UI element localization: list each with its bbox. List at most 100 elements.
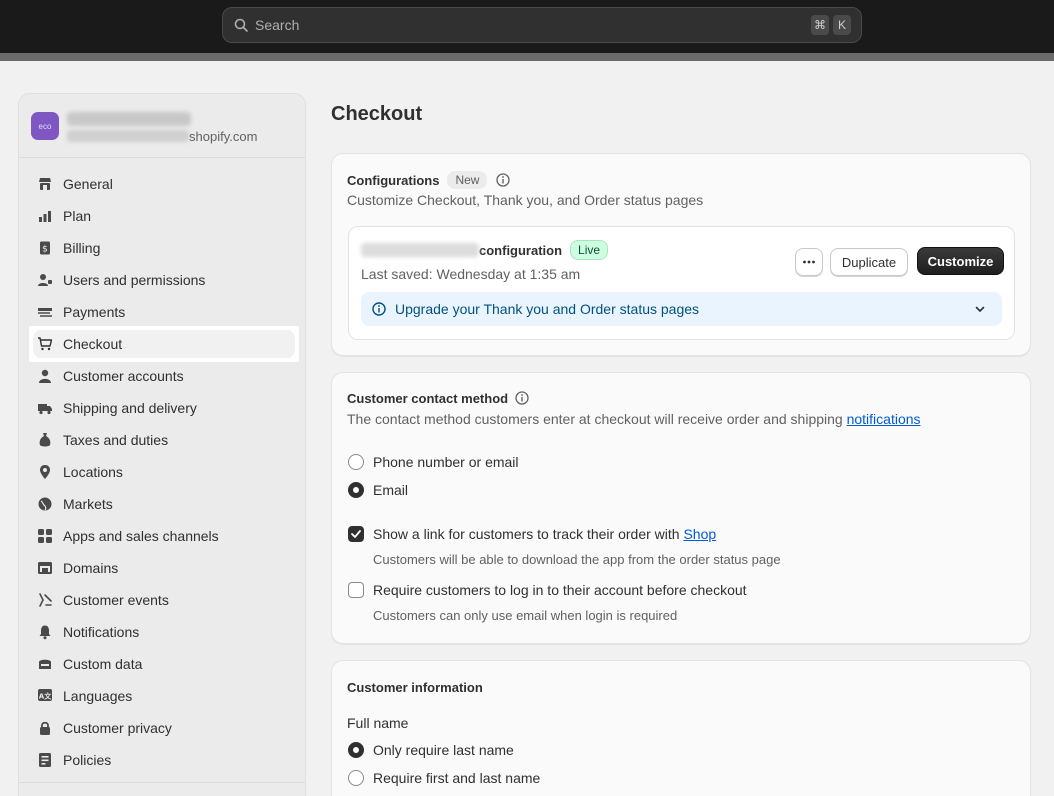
cart-icon <box>37 336 53 352</box>
sidebar-item-label: Taxes and duties <box>63 432 169 448</box>
configuration-name-redacted <box>361 243 479 257</box>
billing-icon: $ <box>37 240 53 256</box>
store-header[interactable]: eco shopify.com <box>19 94 305 158</box>
sidebar-item-customer-events[interactable]: Customer events <box>19 584 307 616</box>
checkbox[interactable] <box>348 582 364 598</box>
bell-icon <box>37 624 53 640</box>
search-input[interactable]: Search <box>255 17 807 33</box>
sidebar-item-label: Users and permissions <box>63 272 206 288</box>
sidebar-item-general[interactable]: General <box>19 168 307 200</box>
payments-icon <box>37 304 53 320</box>
sidebar-item-label: Notifications <box>63 624 140 640</box>
store-avatar: eco <box>31 112 59 140</box>
sidebar-item-notifications[interactable]: Notifications <box>19 616 307 648</box>
sidebar-item-policies[interactable]: Policies <box>19 744 307 776</box>
customer-information-card: Customer information Full name Only requ… <box>331 660 1031 796</box>
upgrade-banner[interactable]: Upgrade your Thank you and Order status … <box>361 292 1002 326</box>
sidebar-item-users[interactable]: Users and permissions <box>19 264 307 296</box>
sidebar-item-label: Apps and sales channels <box>63 528 219 544</box>
radio-phone-or-email[interactable]: Phone number or email <box>348 454 519 470</box>
sidebar-item-custom-data[interactable]: Custom data <box>19 648 307 680</box>
sidebar-item-label: Locations <box>63 464 123 480</box>
sidebar-divider <box>19 782 305 783</box>
sidebar-item-customer-privacy[interactable]: Customer privacy <box>19 712 307 744</box>
configuration-item: configuration Live Last saved: Wednesday… <box>348 226 1015 340</box>
more-actions-button[interactable] <box>795 248 823 276</box>
sparkle-icon <box>37 592 53 608</box>
settings-nav: General Plan $ Billing Users and permiss… <box>19 168 307 776</box>
sidebar-item-customer-accounts[interactable]: Customer accounts <box>19 360 307 392</box>
sidebar-item-label: Plan <box>63 208 92 224</box>
sidebar-item-billing[interactable]: $ Billing <box>19 232 307 264</box>
contact-method-title: Customer contact method <box>347 390 509 406</box>
shop-link[interactable]: Shop <box>683 526 716 542</box>
radio-email[interactable]: Email <box>348 482 408 498</box>
duplicate-button[interactable]: Duplicate <box>830 248 908 276</box>
contact-method-description-text: The contact method customers enter at ch… <box>347 411 847 427</box>
full-name-label: Full name <box>347 715 409 731</box>
configurations-subtitle: Customize Checkout, Thank you, and Order… <box>347 192 704 208</box>
sidebar-item-taxes[interactable]: Taxes and duties <box>19 424 307 456</box>
customer-information-title: Customer information <box>347 680 483 695</box>
apps-icon <box>37 528 53 544</box>
database-icon <box>37 656 53 672</box>
sidebar-item-label: Policies <box>63 752 112 768</box>
taxes-icon <box>37 432 53 448</box>
chevron-down-icon[interactable] <box>972 301 988 317</box>
radio-button[interactable] <box>348 742 364 758</box>
store-url: shopify.com <box>189 129 258 144</box>
customize-button[interactable]: Customize <box>917 247 1004 275</box>
top-bar: Search ⌘ K <box>0 0 1054 53</box>
settings-sidebar: eco shopify.com General Plan $ Billing U… <box>18 93 306 796</box>
info-circle-icon <box>372 302 386 316</box>
store-name-redacted <box>67 112 191 126</box>
checkbox-label-text: Show a link for customers to track their… <box>373 526 684 542</box>
sidebar-item-label: General <box>63 176 113 192</box>
sidebar-item-plan[interactable]: Plan <box>19 200 307 232</box>
sidebar-item-payments[interactable]: Payments <box>19 296 307 328</box>
person-icon <box>37 368 53 384</box>
contact-method-description: The contact method customers enter at ch… <box>347 411 921 427</box>
svg-text:$: $ <box>42 245 48 255</box>
sidebar-item-markets[interactable]: Markets <box>19 488 307 520</box>
sidebar-item-languages[interactable]: A文 Languages <box>19 680 307 712</box>
sidebar-item-locations[interactable]: Locations <box>19 456 307 488</box>
sidebar-item-domains[interactable]: Domains <box>19 552 307 584</box>
checkbox-require-login[interactable]: Require customers to log in to their acc… <box>348 582 747 598</box>
radio-first-and-last-name[interactable]: Require first and last name <box>348 770 540 786</box>
radio-only-last-name[interactable]: Only require last name <box>348 742 514 758</box>
lock-icon <box>37 720 53 736</box>
top-bar-edge <box>0 53 1054 61</box>
search-bar[interactable]: Search ⌘ K <box>222 7 862 43</box>
radio-button[interactable] <box>348 482 364 498</box>
radio-label: Only require last name <box>373 742 514 758</box>
sidebar-item-label: Markets <box>63 496 113 512</box>
sidebar-item-label: Checkout <box>63 336 123 352</box>
store-url-redacted <box>67 130 189 142</box>
radio-button[interactable] <box>348 454 364 470</box>
sidebar-item-label: Domains <box>63 560 119 576</box>
radio-button[interactable] <box>348 770 364 786</box>
last-saved-text: Last saved: Wednesday at 1:35 am <box>361 266 581 282</box>
sidebar-item-label: Shipping and delivery <box>63 400 197 416</box>
sidebar-item-shipping[interactable]: Shipping and delivery <box>19 392 307 424</box>
notifications-link[interactable]: notifications <box>847 411 921 427</box>
checkbox-label: Require customers to log in to their acc… <box>373 582 747 598</box>
search-icon <box>234 18 248 32</box>
shop-link-help-text: Customers will be able to download the a… <box>373 552 781 567</box>
checkbox[interactable] <box>348 526 364 542</box>
live-badge: Live <box>570 240 609 260</box>
plan-icon <box>37 208 53 224</box>
policies-icon <box>37 752 53 768</box>
sidebar-item-label: Customer accounts <box>63 368 184 384</box>
radio-label: Phone number or email <box>373 454 519 470</box>
info-icon[interactable] <box>495 172 511 188</box>
checkbox-shop-link[interactable]: Show a link for customers to track their… <box>348 526 716 542</box>
sidebar-item-checkout[interactable]: Checkout <box>19 326 307 362</box>
login-help-text: Customers can only use email when login … <box>373 608 678 623</box>
info-icon[interactable] <box>514 390 530 406</box>
truck-icon <box>37 400 53 416</box>
sidebar-item-apps[interactable]: Apps and sales channels <box>19 520 307 552</box>
users-icon <box>37 272 53 288</box>
shortcut-key-cmd: ⌘ <box>811 15 829 35</box>
